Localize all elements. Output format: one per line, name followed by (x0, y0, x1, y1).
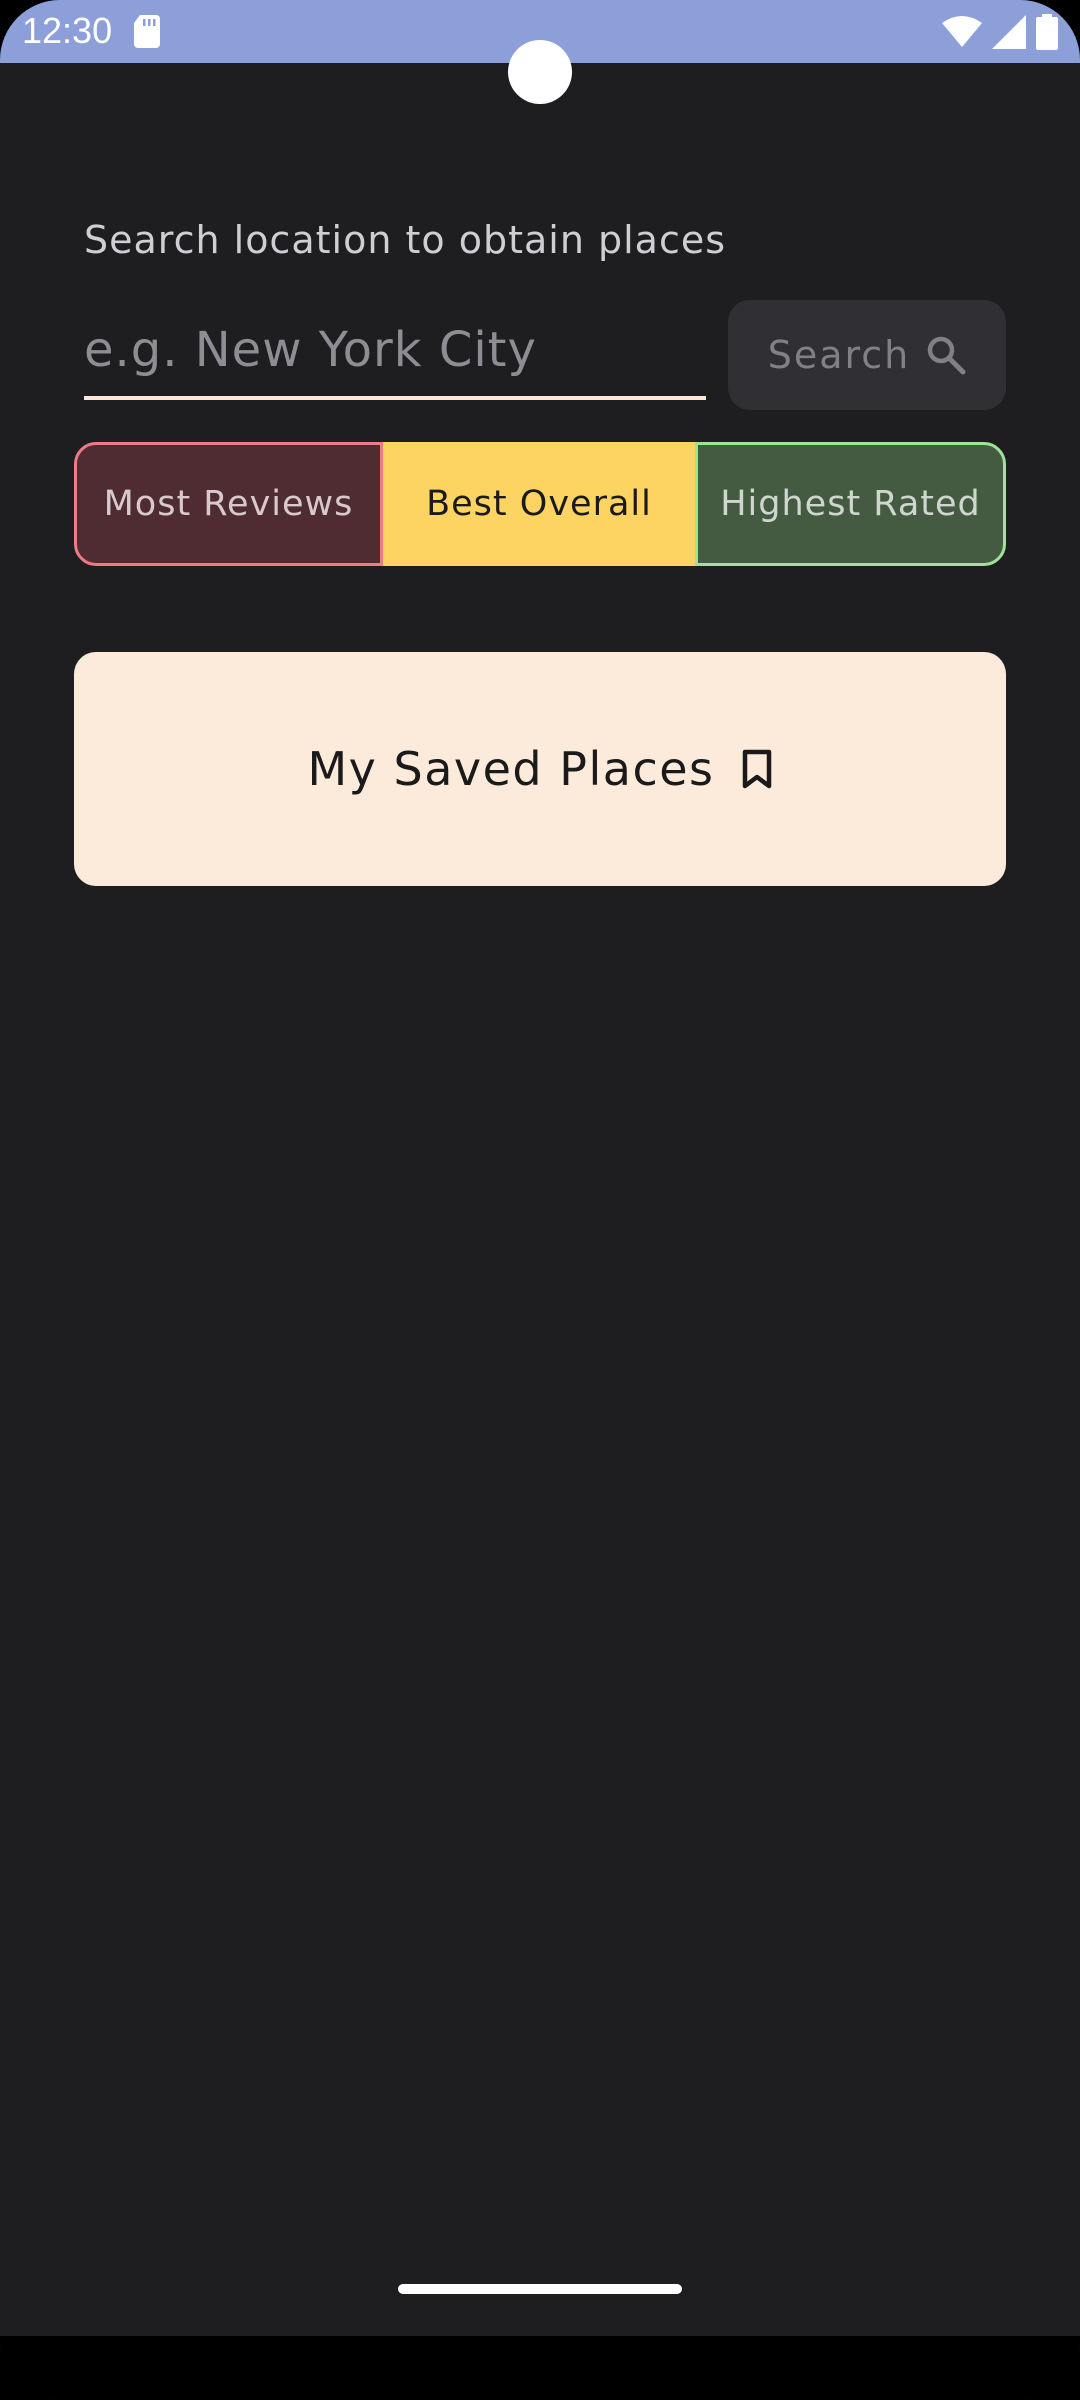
search-location-label: Search location to obtain places (84, 218, 727, 262)
home-indicator[interactable] (398, 2284, 682, 2294)
camera-cutout (508, 40, 572, 104)
saved-places-button[interactable]: My Saved Places (74, 652, 1006, 886)
sd-card-icon (134, 15, 160, 48)
search-field[interactable] (84, 310, 706, 400)
bookmark-icon (742, 749, 771, 789)
battery-icon (1036, 14, 1058, 50)
status-time: 12:30 (22, 10, 113, 51)
cellular-signal-icon (992, 15, 1026, 49)
filter-best-overall[interactable]: Best Overall (383, 442, 695, 566)
status-icons (942, 12, 1058, 52)
app-screen: 12:30 Search location to obtain places e… (0, 0, 1080, 2400)
search-button-label: Search (767, 333, 911, 377)
saved-places-label: My Saved Places (307, 742, 715, 796)
search-button[interactable]: Search (728, 300, 1006, 410)
location-search-input[interactable] (84, 310, 706, 390)
wifi-icon (942, 16, 982, 47)
filter-highest-rated[interactable]: Highest Rated (695, 442, 1006, 566)
navigation-bar (0, 2336, 1080, 2400)
filter-most-reviews[interactable]: Most Reviews (74, 442, 383, 566)
sort-filter-toggle: Most Reviews Best Overall Highest Rated (74, 442, 1006, 566)
search-icon (928, 336, 966, 375)
